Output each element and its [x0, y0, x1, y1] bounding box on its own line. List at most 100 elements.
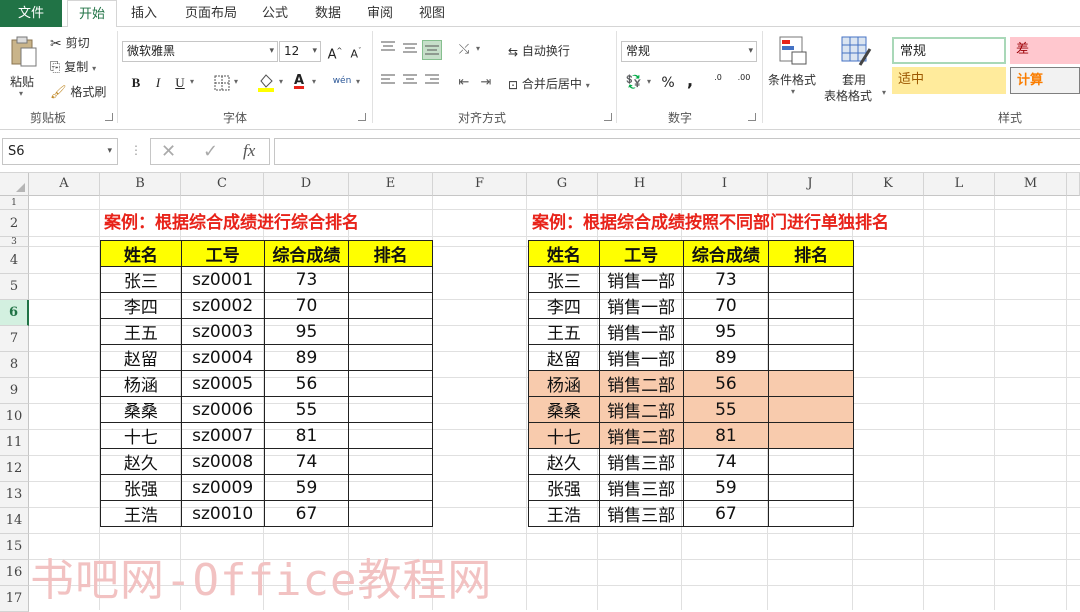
- underline-button[interactable]: U: [170, 73, 190, 93]
- column-header-cell[interactable]: 姓名: [528, 240, 600, 267]
- table-cell[interactable]: 李四: [100, 292, 182, 319]
- merge-center-button[interactable]: ⊡ 合并后居中 ▾: [508, 75, 590, 92]
- tab-page-layout[interactable]: 页面布局: [176, 0, 246, 27]
- table-cell[interactable]: sz0001: [180, 266, 265, 293]
- borders-button[interactable]: [212, 73, 232, 93]
- table-cell[interactable]: [768, 292, 854, 319]
- table-cell[interactable]: 桑桑: [528, 396, 600, 423]
- row-header-3[interactable]: 3: [0, 237, 29, 247]
- table-cell[interactable]: [348, 448, 433, 475]
- table-cell[interactable]: [348, 500, 433, 527]
- tab-formulas[interactable]: 公式: [254, 0, 296, 27]
- table-cell[interactable]: sz0007: [180, 422, 265, 449]
- table-cell[interactable]: 杨涵: [528, 370, 600, 397]
- row-header-11[interactable]: 11: [0, 430, 29, 456]
- table-cell[interactable]: sz0002: [180, 292, 265, 319]
- row-header-13[interactable]: 13: [0, 482, 29, 508]
- number-format-select[interactable]: 常规 ▾: [621, 41, 757, 62]
- table-cell[interactable]: 张强: [528, 474, 600, 501]
- font-size-select[interactable]: 12 ▾: [279, 41, 321, 62]
- align-bottom-button[interactable]: [422, 40, 442, 60]
- table-cell[interactable]: 销售一部: [598, 344, 684, 371]
- table-cell[interactable]: 销售三部: [598, 500, 684, 527]
- table-cell[interactable]: [348, 396, 433, 423]
- column-header-b[interactable]: B: [100, 173, 181, 196]
- table-cell[interactable]: 销售三部: [598, 474, 684, 501]
- table-cell[interactable]: 59: [263, 474, 350, 501]
- align-right-button[interactable]: [422, 73, 442, 93]
- format-painter-button[interactable]: 🖌 格式刷: [50, 83, 106, 100]
- row-header-12[interactable]: 12: [0, 456, 29, 482]
- font-color-button[interactable]: A: [289, 71, 309, 91]
- column-header-c[interactable]: C: [181, 173, 264, 196]
- table-cell[interactable]: 56: [682, 370, 770, 397]
- style-bad[interactable]: 差: [1010, 37, 1080, 64]
- alignment-launcher-icon[interactable]: [604, 113, 612, 121]
- table-cell[interactable]: 王五: [100, 318, 182, 345]
- table-cell[interactable]: 王五: [528, 318, 600, 345]
- column-header-cell[interactable]: 综合成绩: [682, 240, 770, 267]
- table-cell[interactable]: 赵久: [100, 448, 182, 475]
- table-cell[interactable]: 74: [263, 448, 350, 475]
- number-launcher-icon[interactable]: [748, 113, 756, 121]
- formula-input[interactable]: [274, 138, 1080, 165]
- row-header-16[interactable]: 16: [0, 560, 29, 586]
- table-cell[interactable]: 89: [682, 344, 770, 371]
- align-middle-button[interactable]: [400, 40, 420, 60]
- column-header-m[interactable]: M: [995, 173, 1067, 196]
- table-cell[interactable]: 李四: [528, 292, 600, 319]
- font-launcher-icon[interactable]: [358, 113, 366, 121]
- table-cell[interactable]: 销售二部: [598, 370, 684, 397]
- style-calculation[interactable]: 计算: [1010, 67, 1080, 94]
- format-as-table-button[interactable]: 套用 表格格式 ▾: [824, 33, 888, 105]
- align-top-button[interactable]: [378, 40, 398, 60]
- orientation-button[interactable]: ⤯: [454, 40, 474, 60]
- table-cell[interactable]: 赵留: [528, 344, 600, 371]
- comma-button[interactable]: ,: [680, 71, 700, 91]
- table-cell[interactable]: 王浩: [100, 500, 182, 527]
- table-cell[interactable]: [768, 448, 854, 475]
- table-cell[interactable]: 95: [682, 318, 770, 345]
- table-cell[interactable]: 销售二部: [598, 396, 684, 423]
- table-cell[interactable]: 56: [263, 370, 350, 397]
- table-cell[interactable]: [768, 422, 854, 449]
- table-cell[interactable]: 67: [263, 500, 350, 527]
- table-cell[interactable]: [768, 474, 854, 501]
- row-header-14[interactable]: 14: [0, 508, 29, 534]
- column-header-f[interactable]: F: [433, 173, 527, 196]
- table-cell[interactable]: 杨涵: [100, 370, 182, 397]
- select-all-corner[interactable]: [0, 173, 29, 196]
- row-header-17[interactable]: 17: [0, 586, 29, 612]
- column-header-cell[interactable]: 工号: [180, 240, 265, 267]
- phonetic-button[interactable]: wén: [332, 71, 352, 91]
- italic-button[interactable]: I: [148, 73, 168, 93]
- decrease-indent-button[interactable]: ⇤: [454, 73, 474, 93]
- cancel-icon[interactable]: ✕: [161, 141, 176, 162]
- paste-button[interactable]: 粘贴 ▾: [6, 33, 42, 103]
- font-name-select[interactable]: 微软雅黑 ▾: [122, 41, 278, 62]
- table-cell[interactable]: 70: [682, 292, 770, 319]
- row-header-15[interactable]: 15: [0, 534, 29, 560]
- fill-color-button[interactable]: [256, 71, 276, 92]
- percent-button[interactable]: %: [658, 73, 678, 93]
- table-cell[interactable]: [348, 474, 433, 501]
- table-cell[interactable]: 67: [682, 500, 770, 527]
- wrap-text-button[interactable]: ⇆ 自动换行: [508, 42, 570, 59]
- table-cell[interactable]: 销售一部: [598, 266, 684, 293]
- table-cell[interactable]: 赵留: [100, 344, 182, 371]
- column-header-h[interactable]: H: [598, 173, 682, 196]
- column-header-l[interactable]: L: [924, 173, 995, 196]
- table-cell[interactable]: [348, 344, 433, 371]
- column-header-j[interactable]: J: [768, 173, 853, 196]
- column-header-k[interactable]: K: [853, 173, 924, 196]
- align-left-button[interactable]: [378, 73, 398, 93]
- row-header-6[interactable]: 6: [0, 300, 29, 326]
- tab-home[interactable]: 开始: [67, 0, 117, 28]
- column-header-i[interactable]: I: [682, 173, 768, 196]
- table-cell[interactable]: sz0003: [180, 318, 265, 345]
- table-cell[interactable]: sz0005: [180, 370, 265, 397]
- table-cell[interactable]: 十七: [528, 422, 600, 449]
- table-cell[interactable]: [768, 266, 854, 293]
- row-header-1[interactable]: 1: [0, 196, 29, 210]
- table-cell[interactable]: 81: [682, 422, 770, 449]
